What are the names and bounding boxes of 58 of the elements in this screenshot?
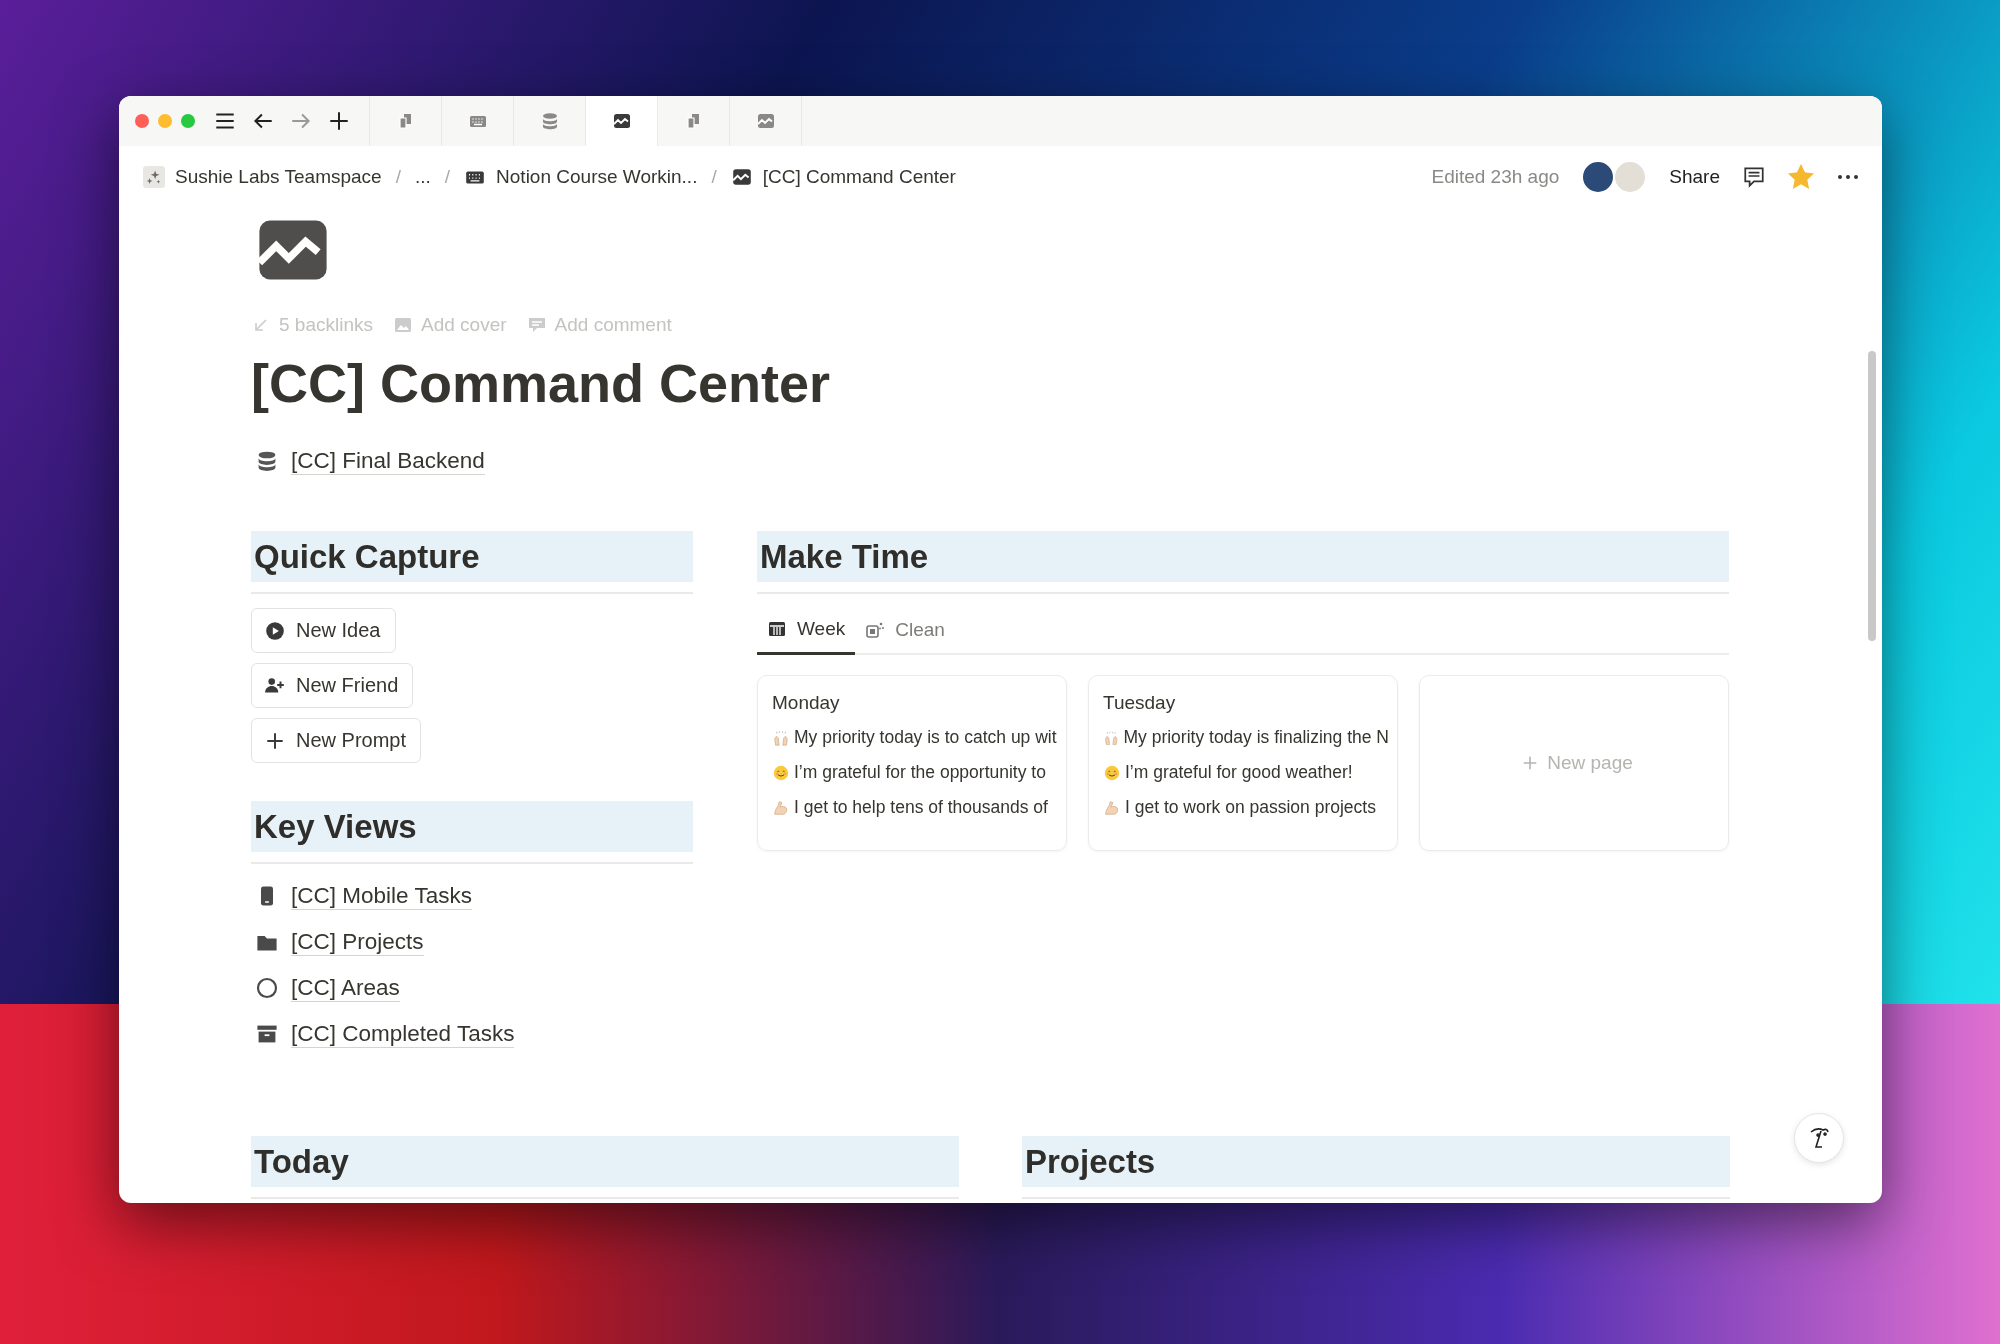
section-heading: Projects xyxy=(1022,1136,1730,1188)
section-heading: Today xyxy=(251,1136,959,1188)
breadcrumb-link[interactable]: ... xyxy=(408,166,437,188)
close-button[interactable] xyxy=(135,114,149,128)
help-button[interactable] xyxy=(1794,1113,1844,1163)
gallery-card[interactable]: Monday My priority today is to catch up wit I’m grateful for the opportunity to I get to help tens of thousands of xyxy=(757,675,1067,852)
page-title: [CC] Command Center xyxy=(251,354,832,414)
flexed-arm-icon xyxy=(772,798,790,817)
chart-icon xyxy=(611,111,632,131)
raised-hands-icon xyxy=(772,728,790,747)
card-title: Monday xyxy=(772,692,841,715)
scrollbar[interactable] xyxy=(1868,351,1876,641)
gallery-card[interactable]: Tuesday My priority today is finalizing the N I’m grateful for good weather! I get to work on passion projects xyxy=(1088,675,1398,852)
image-icon xyxy=(393,315,413,335)
card-text: My priority today is to catch up wit xyxy=(794,727,1057,749)
card-title: Tuesday xyxy=(1103,692,1177,715)
card-text: I’m grateful for the opportunity to xyxy=(794,762,1046,784)
view-tab[interactable]: Clean xyxy=(855,608,955,654)
breadcrumb-separator: / xyxy=(711,166,717,188)
flexed-arm-icon xyxy=(1103,798,1121,817)
chart-icon xyxy=(730,166,753,188)
plus-icon[interactable] xyxy=(327,109,351,133)
chart-icon xyxy=(755,111,776,131)
section-heading: Key Views xyxy=(251,801,693,853)
section-heading: Quick Capture xyxy=(251,531,693,583)
card-text: I get to help tens of thousands of xyxy=(794,797,1048,819)
sparkle-icon xyxy=(143,166,165,188)
card-text: I get to work on passion projects xyxy=(1125,797,1376,819)
share-button[interactable]: Share xyxy=(1669,166,1720,188)
star-icon[interactable] xyxy=(1788,164,1814,190)
smiley-icon xyxy=(1103,763,1121,782)
more-icon[interactable] xyxy=(1836,173,1860,181)
circle-icon xyxy=(255,976,279,1001)
smiley-icon xyxy=(772,763,790,782)
page-link[interactable]: [CC] Final Backend xyxy=(291,447,485,476)
breadcrumb-link[interactable]: Notion Course Workin... xyxy=(458,166,704,188)
capture-button[interactable]: New Prompt xyxy=(251,718,422,764)
page-link[interactable]: [CC] Projects xyxy=(291,928,424,957)
edited-time: Edited 23h ago xyxy=(1431,166,1560,188)
zoom-button[interactable] xyxy=(181,114,195,128)
play-icon xyxy=(264,619,286,642)
page-link[interactable]: [CC] Areas xyxy=(291,974,400,1003)
comments-icon[interactable] xyxy=(1742,165,1766,189)
breadcrumb-separator: / xyxy=(444,166,451,188)
breadcrumb-link[interactable]: [CC] Command Center xyxy=(724,166,962,188)
capture-button[interactable]: New Idea xyxy=(251,608,396,654)
card-text: I’m grateful for good weather! xyxy=(1125,762,1353,784)
browser-tab[interactable] xyxy=(585,96,657,146)
page-link[interactable]: [CC] Mobile Tasks xyxy=(291,882,472,911)
breadcrumb-separator: / xyxy=(395,166,401,188)
section-heading: Make Time xyxy=(757,531,1729,583)
comment-icon xyxy=(526,315,547,335)
help-icon xyxy=(1810,1128,1829,1148)
view-tab[interactable]: Week xyxy=(757,608,856,656)
breadcrumb-link[interactable]: Sushie Labs Teamspace xyxy=(137,166,388,188)
page-link[interactable]: [CC] Completed Tasks xyxy=(291,1020,515,1049)
card-text: My priority today is finalizing the N xyxy=(1123,727,1389,749)
capture-button[interactable]: New Friend xyxy=(251,663,414,709)
